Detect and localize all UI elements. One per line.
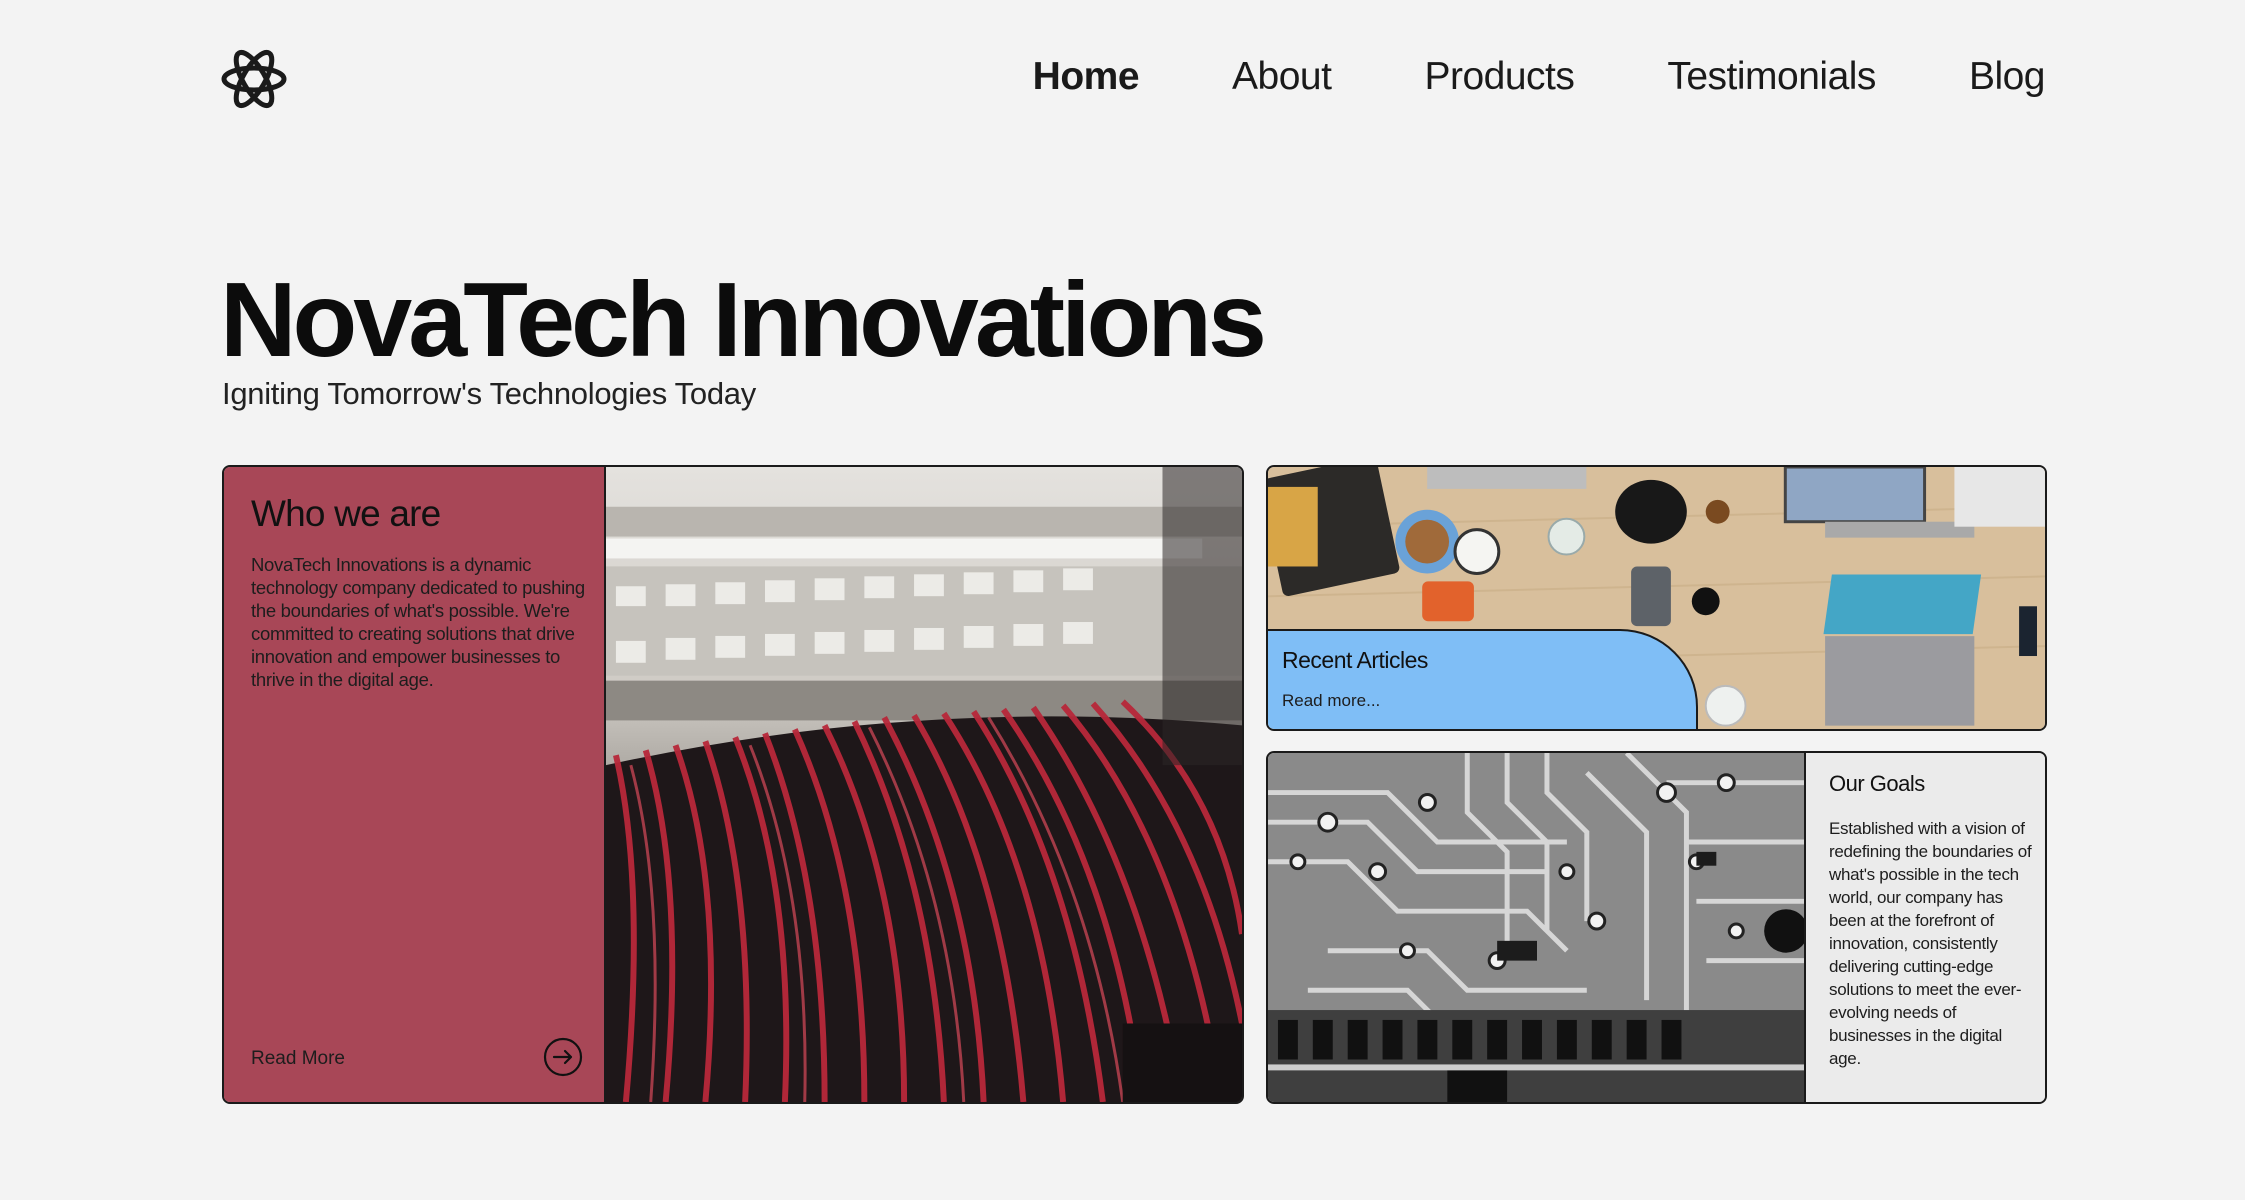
recent-articles-card[interactable]: Recent Articles Read more... xyxy=(1266,465,2047,731)
who-we-are-panel: Who we are NovaTech Innovations is a dyn… xyxy=(224,467,606,1102)
page: Home About Products Testimonials Blog No… xyxy=(0,0,2245,1200)
arrow-right-circle-icon[interactable] xyxy=(542,1036,584,1078)
our-goals-title: Our Goals xyxy=(1829,771,1925,796)
nav-home[interactable]: Home xyxy=(1033,50,1140,104)
read-more-link[interactable]: Read More xyxy=(251,1048,345,1070)
atom-icon[interactable] xyxy=(219,48,289,110)
who-we-are-title: Who we are xyxy=(251,493,441,534)
our-goals-panel: Our Goals Established with a vision of r… xyxy=(1806,753,2045,1102)
who-we-are-text: NovaTech Innovations is a dynamic techno… xyxy=(251,554,585,690)
patch-panel-image xyxy=(606,467,1242,1102)
our-goals-card: Our Goals Established with a vision of r… xyxy=(1266,751,2047,1104)
page-title: NovaTech Innovations xyxy=(220,261,1267,379)
nav-testimonials[interactable]: Testimonials xyxy=(1667,50,1876,104)
recent-articles-tab[interactable]: Recent Articles Read more... xyxy=(1268,629,1698,729)
page-subtitle: Igniting Tomorrow's Technologies Today xyxy=(222,376,756,411)
nav-about[interactable]: About xyxy=(1232,50,1332,104)
recent-articles-title: Recent Articles xyxy=(1282,647,1428,673)
our-goals-text: Established with a vision of redefining … xyxy=(1829,819,2032,1068)
nav-blog[interactable]: Blog xyxy=(1969,50,2046,104)
main-nav: Home About Products Testimonials Blog xyxy=(940,50,2046,104)
who-we-are-card: Who we are NovaTech Innovations is a dyn… xyxy=(222,465,1244,1104)
nav-products[interactable]: Products xyxy=(1424,50,1574,104)
articles-read-more-link[interactable]: Read more... xyxy=(1282,691,1380,711)
circuit-board-image xyxy=(1268,753,1806,1102)
